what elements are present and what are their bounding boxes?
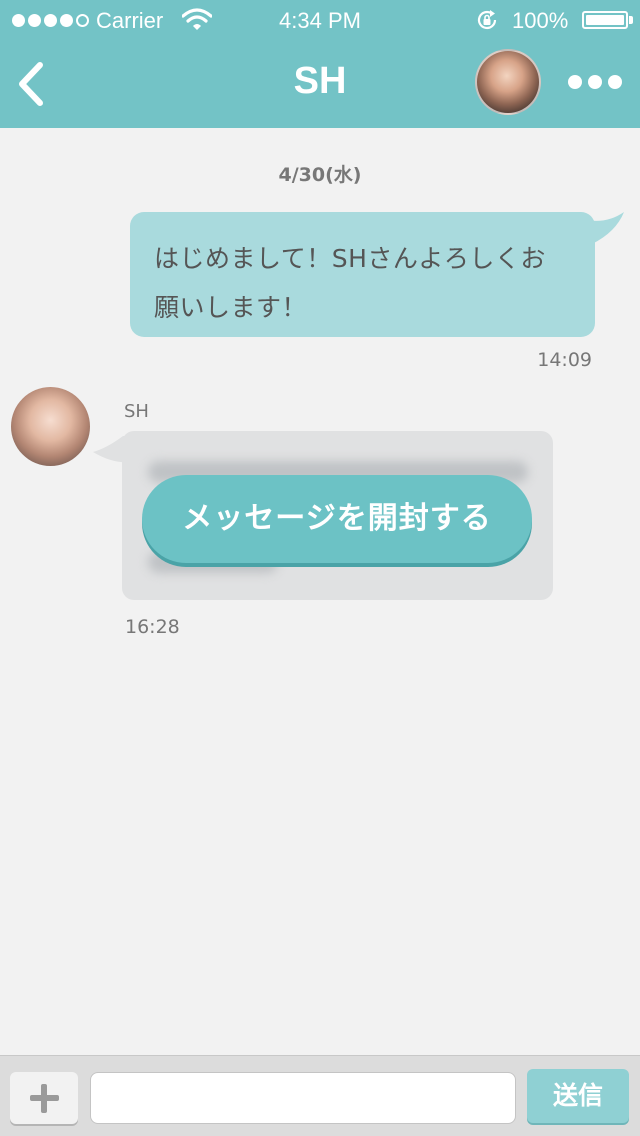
add-attachment-button[interactable] bbox=[10, 1072, 78, 1124]
battery-percentage: 100% bbox=[512, 8, 569, 33]
ellipsis-icon bbox=[568, 75, 582, 89]
sender-name: SH bbox=[124, 401, 149, 422]
message-line: 願いします！ bbox=[154, 293, 308, 322]
battery-tip bbox=[629, 16, 633, 24]
sender-avatar[interactable] bbox=[11, 387, 90, 466]
message-timestamp: 16:28 bbox=[125, 616, 180, 638]
message-line: はじめまして！SHさんよろしくお bbox=[154, 244, 546, 273]
open-message-button[interactable]: メッセージを開封する bbox=[142, 475, 532, 563]
page-title: SH bbox=[293, 60, 347, 102]
chat-screen: Carrier 4:34 PM 100% SH 4/30(水) はじめまして！S… bbox=[0, 0, 640, 1136]
status-bar: Carrier 4:34 PM 100% bbox=[0, 0, 640, 40]
rotation-lock-icon bbox=[477, 10, 497, 30]
header-avatar[interactable] bbox=[475, 49, 541, 115]
message-input[interactable] bbox=[90, 1072, 516, 1124]
header: Carrier 4:34 PM 100% SH bbox=[0, 0, 640, 128]
more-options-button[interactable] bbox=[568, 75, 622, 89]
date-separator: 4/30(水) bbox=[278, 164, 362, 186]
input-bar: 送信 bbox=[0, 1055, 640, 1136]
battery-icon bbox=[582, 11, 628, 29]
send-button[interactable]: 送信 bbox=[527, 1069, 629, 1123]
message-timestamp: 14:09 bbox=[537, 349, 592, 371]
outgoing-message-bubble[interactable]: はじめまして！SHさんよろしくお 願いします！ bbox=[130, 212, 595, 337]
